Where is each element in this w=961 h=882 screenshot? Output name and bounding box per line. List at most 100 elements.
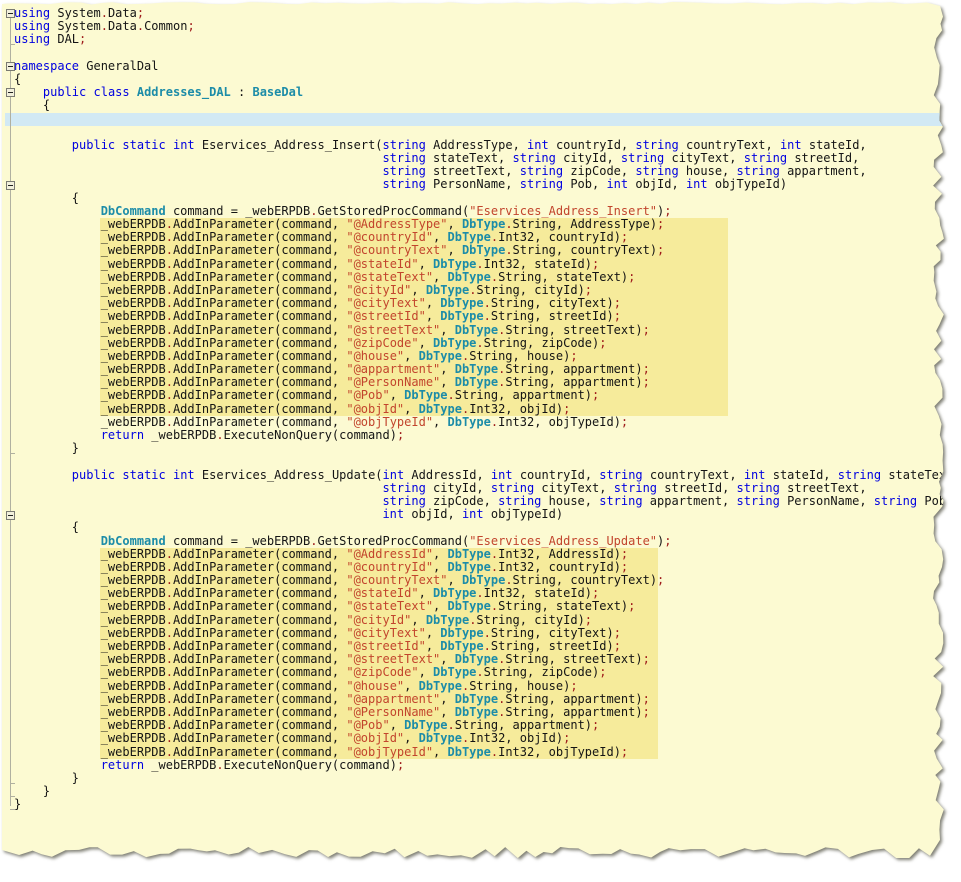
code-lines[interactable]: using System.Data; using System.Data.Comm…	[14, 6, 944, 811]
code-token: .	[165, 296, 173, 311]
code-line[interactable]	[14, 113, 944, 126]
code-token: int	[527, 137, 549, 152]
code-token: "@AddressType"	[346, 217, 448, 231]
code-token: String, countryText)	[512, 573, 658, 588]
code-token: DbType	[447, 546, 491, 561]
code-token: .	[165, 639, 173, 653]
code-token: ;	[396, 428, 405, 442]
code-editor[interactable]: using System.Data; using System.Data.Comm…	[2, 2, 944, 858]
code-token: string	[382, 164, 426, 179]
code-token: DbCommand	[100, 203, 166, 218]
code-token: ,	[404, 348, 419, 363]
code-token: AddInParameter(command,	[172, 691, 347, 706]
code-token: String, stateText)	[498, 269, 629, 284]
fold-collapse-icon[interactable]	[6, 180, 15, 190]
code-line[interactable]: {	[14, 98, 944, 113]
code-token: string	[837, 467, 882, 482]
code-token: DbType	[447, 744, 491, 759]
code-line[interactable]: namespace GeneralDal	[14, 59, 944, 73]
code-token: .	[165, 665, 173, 680]
code-token: streetText,	[779, 480, 867, 495]
code-token: AddInParameter(command,	[172, 639, 347, 653]
code-token: ;	[642, 704, 650, 719]
code-token: DbType	[418, 678, 462, 693]
code-token: "@streetText"	[346, 652, 441, 667]
code-token: {	[14, 190, 80, 205]
code-token: ;	[136, 6, 145, 20]
code-token: .	[505, 573, 513, 588]
code-token: String, streetText)	[505, 652, 643, 667]
code-token: ,	[440, 652, 455, 667]
code-token: ,	[433, 269, 448, 284]
code-token: DbType	[447, 559, 491, 574]
code-token: .	[100, 6, 108, 20]
code-token: ;	[584, 612, 593, 627]
code-token: objId,	[628, 177, 686, 192]
code-token: zipCode,	[563, 164, 636, 179]
code-token: AddInParameter(command,	[172, 230, 347, 245]
fold-collapse-icon[interactable]	[6, 510, 15, 520]
code-token: DbType	[454, 652, 499, 667]
code-token: AddInParameter(command,	[172, 612, 347, 627]
code-token: _webERPDB	[14, 269, 166, 284]
fold-collapse-icon[interactable]	[6, 88, 15, 98]
code-token: _webERPDB	[14, 678, 166, 693]
code-line[interactable]: using System.Data.Common;	[14, 20, 944, 33]
code-token: GetStoredProcCommand(	[317, 203, 470, 218]
code-token: .	[165, 718, 173, 733]
code-line[interactable]: }	[14, 442, 944, 455]
code-token: ,	[418, 586, 434, 601]
code-token: .	[165, 731, 173, 746]
code-token: string	[382, 137, 426, 152]
code-line[interactable]: public class Addresses_DAL : BaseDal	[14, 85, 944, 99]
code-token: Pob,	[563, 177, 607, 192]
code-token: ;	[592, 256, 600, 271]
code-token: Int32, stateId)	[483, 586, 593, 601]
fold-collapse-icon[interactable]	[6, 9, 15, 18]
code-token: ;	[592, 586, 600, 601]
code-token: objId,	[404, 507, 462, 522]
code-line[interactable]: string PersonName, string Pob, int objId…	[14, 177, 944, 192]
code-token: AddInParameter(command,	[172, 704, 347, 719]
code-token: Int32, objTypeId)	[498, 414, 621, 429]
code-line[interactable]: using DAL;	[14, 33, 944, 46]
code-token: "@AddressId"	[346, 546, 434, 561]
code-line[interactable]: }	[14, 784, 944, 798]
code-token: ;	[613, 309, 621, 324]
code-token: .	[165, 269, 173, 284]
code-line[interactable]: return _webERPDB.ExecuteNonQuery(command…	[14, 758, 944, 772]
code-token: .	[165, 691, 173, 706]
code-token: ;	[642, 375, 650, 390]
code-token: AddInParameter(command,	[172, 665, 347, 680]
code-token: string	[519, 164, 564, 179]
code-token: ,	[418, 665, 434, 680]
code-line[interactable]: int objId, int objTypeId)	[14, 507, 944, 522]
code-token: AddInParameter(command,	[172, 546, 347, 561]
code-token: .	[216, 428, 224, 442]
code-token: cityText,	[534, 480, 614, 495]
code-token: _webERPDB	[14, 559, 166, 574]
code-line[interactable]: return _webERPDB.ExecuteNonQuery(command…	[14, 428, 944, 442]
code-token: return	[100, 428, 145, 442]
code-token: "@countryText"	[346, 243, 448, 258]
code-token: AddInParameter(command,	[172, 652, 347, 667]
code-token: DbCommand	[100, 533, 166, 548]
code-token: "@countryId"	[346, 230, 434, 245]
code-token: AddInParameter(command,	[172, 586, 347, 601]
code-token: string	[382, 480, 426, 495]
fold-collapse-icon[interactable]	[6, 61, 15, 71]
code-token: objTypeId)	[707, 177, 788, 192]
code-token: PersonName,	[425, 177, 520, 192]
code-token: "@objTypeId"	[346, 414, 434, 429]
code-token: .	[165, 243, 173, 258]
code-token: int	[382, 507, 405, 522]
code-token: string	[736, 480, 780, 495]
code-token: DbType	[418, 731, 462, 746]
code-token: {	[14, 98, 51, 113]
code-token: ,	[389, 718, 405, 733]
code-line[interactable]: }	[14, 798, 944, 811]
code-line[interactable]: }	[14, 771, 944, 785]
